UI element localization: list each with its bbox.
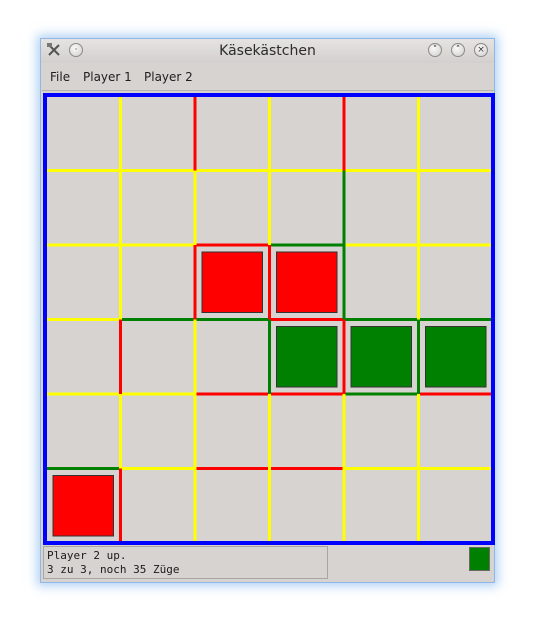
close-button[interactable]: ×: [474, 43, 488, 57]
claimed-box: [350, 326, 412, 388]
claimed-box: [52, 475, 114, 537]
status-panel: Player 2 up. 3 zu 3, noch 35 Züge: [43, 546, 328, 579]
menu-player-2[interactable]: Player 2: [144, 70, 193, 84]
claimed-box: [201, 251, 263, 313]
current-player-indicator: [469, 547, 490, 571]
claimed-box: [425, 326, 487, 388]
game-board[interactable]: [43, 93, 495, 545]
claimed-box: [276, 251, 338, 313]
status-score: 3 zu 3, noch 35 Züge: [47, 563, 180, 576]
window-title: Käsekästchen: [219, 43, 316, 59]
minimize-button[interactable]: ˅: [428, 43, 442, 57]
menu-file[interactable]: File: [50, 70, 70, 84]
menu-player-1[interactable]: Player 1: [83, 70, 132, 84]
maximize-button[interactable]: ˄: [451, 43, 465, 57]
app-window: · Käsekästchen ˅ ˄ × File Player 1 Playe…: [40, 38, 495, 583]
menu-bar: File Player 1 Player 2: [42, 64, 494, 91]
status-turn: Player 2 up.: [47, 549, 127, 562]
title-bar: · Käsekästchen ˅ ˄ ×: [41, 39, 494, 63]
claimed-box: [276, 326, 338, 388]
